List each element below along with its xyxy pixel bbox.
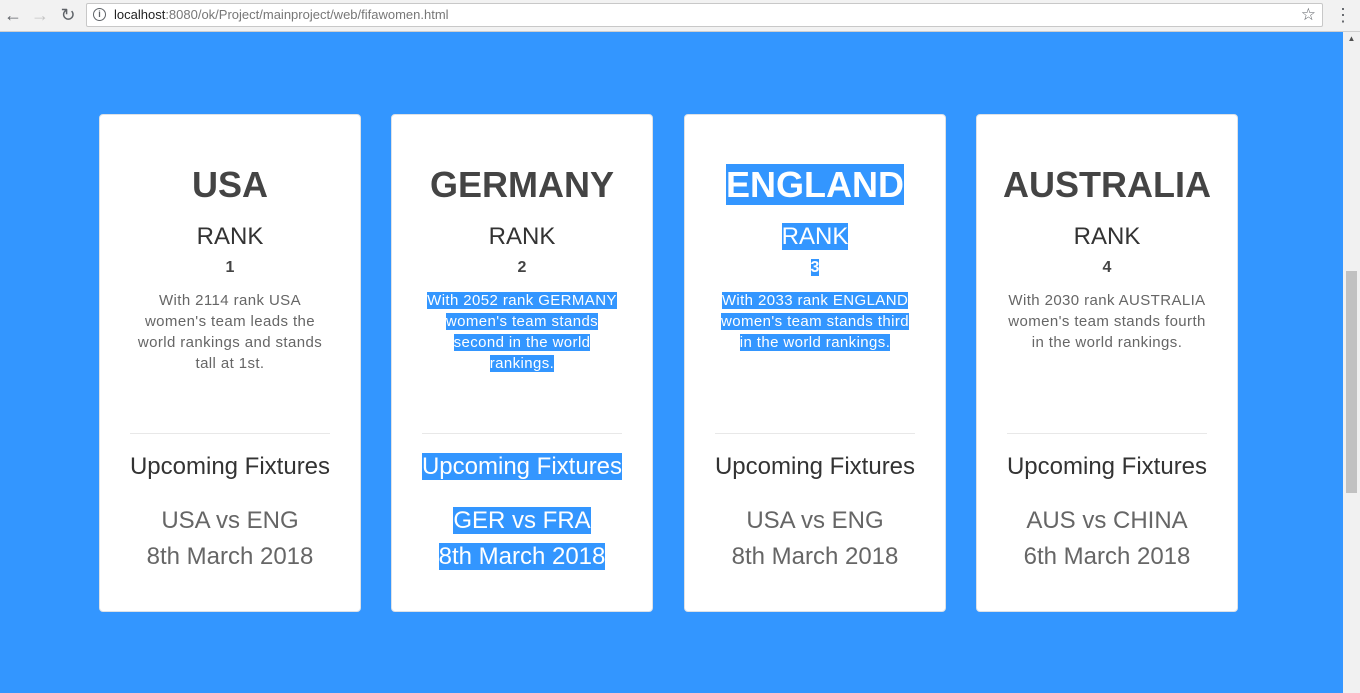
country-name: AUSTRALIA — [1003, 164, 1211, 205]
fixture-info: USA vs ENG 8th March 2018 — [685, 503, 945, 575]
selected-text: With 2033 rank ENGLAND women's team stan… — [721, 292, 909, 351]
info-icon[interactable]: i — [93, 8, 106, 21]
vertical-scrollbar[interactable]: ▲ — [1343, 32, 1360, 693]
rank-number: 2 — [517, 259, 527, 276]
selected-text: With 2052 rank GERMANY women's team stan… — [427, 292, 617, 372]
rank-label: RANK — [1073, 223, 1141, 250]
country-name: GERMANY — [429, 164, 614, 205]
rank-number: 4 — [1102, 259, 1112, 276]
rank-label: RANK — [488, 223, 556, 250]
url-text[interactable]: localhost:8080/ok/Project/mainproject/we… — [114, 7, 449, 22]
rank-number-row: 3 — [685, 258, 945, 278]
url-host: localhost — [114, 7, 166, 22]
fixtures-heading: Upcoming Fixtures — [129, 453, 331, 480]
fixture-date: 8th March 2018 — [438, 543, 606, 570]
fixture-info: USA vs ENG 8th March 2018 — [100, 503, 360, 575]
scrollbar-thumb[interactable] — [1346, 271, 1357, 493]
browser-toolbar: ← → ↻ i localhost:8080/ok/Project/mainpr… — [0, 0, 1360, 32]
divider — [715, 433, 915, 434]
country-name-row: ENGLAND — [685, 163, 945, 207]
kebab-menu-icon[interactable]: ⋮ — [1333, 4, 1353, 26]
url-path: :8080/ok/Project/mainproject/web/fifawom… — [165, 7, 449, 22]
rank-label: RANK — [781, 223, 849, 250]
rank-number: 1 — [225, 259, 235, 276]
divider — [422, 433, 622, 434]
reload-icon[interactable]: ↻ — [56, 4, 80, 26]
team-description: With 2114 rank USA women's team leads th… — [137, 292, 323, 372]
divider — [1007, 433, 1207, 434]
scroll-up-arrow-icon[interactable]: ▲ — [1343, 32, 1360, 46]
fixture-match: USA vs ENG — [161, 507, 299, 534]
forward-arrow-icon[interactable]: → — [28, 4, 52, 26]
country-name: ENGLAND — [726, 164, 904, 205]
fixtures-heading: Upcoming Fixtures — [714, 453, 916, 480]
fixture-match: AUS vs CHINA — [1026, 507, 1188, 534]
fixtures-heading: Upcoming Fixtures — [1006, 453, 1208, 480]
fixture-date-row: 8th March 2018 — [392, 539, 652, 575]
address-bar[interactable]: i localhost:8080/ok/Project/mainproject/… — [86, 3, 1323, 27]
fixture-info: GER vs FRA 8th March 2018 — [392, 503, 652, 575]
team-card-england: ENGLAND RANK 3 With 2033 rank ENGLAND wo… — [684, 114, 946, 612]
team-card-germany: GERMANY RANK 2 With 2052 rank GERMANY wo… — [391, 114, 653, 612]
star-icon[interactable]: ☆ — [1301, 4, 1316, 26]
fixture-info: AUS vs CHINA 6th March 2018 — [977, 503, 1237, 575]
team-description: With 2052 rank GERMANY women's team stan… — [422, 290, 622, 374]
fixtures-heading: Upcoming Fixtures — [392, 452, 652, 482]
team-description: With 2033 rank ENGLAND women's team stan… — [715, 290, 915, 353]
fixture-date: 8th March 2018 — [146, 543, 314, 570]
fixture-match-row: GER vs FRA — [392, 503, 652, 539]
fixture-match: GER vs FRA — [453, 507, 591, 534]
fixture-match: USA vs ENG — [746, 507, 884, 534]
country-name: USA — [191, 164, 268, 205]
rank-number: 3 — [810, 259, 820, 276]
fixture-date: 6th March 2018 — [1023, 543, 1191, 570]
fixture-date: 8th March 2018 — [731, 543, 899, 570]
selected-text: Upcoming Fixtures — [421, 453, 623, 480]
team-card-australia: AUSTRALIA RANK 4 With 2030 rank AUSTRALI… — [976, 114, 1238, 612]
back-arrow-icon[interactable]: ← — [1, 4, 25, 26]
divider — [130, 433, 330, 434]
team-description: With 2030 rank AUSTRALIA women's team st… — [1008, 292, 1206, 351]
team-card-usa: USA RANK 1 With 2114 rank USA women's te… — [99, 114, 361, 612]
rank-label: RANK — [196, 223, 264, 250]
rank-label-row: RANK — [685, 223, 945, 251]
